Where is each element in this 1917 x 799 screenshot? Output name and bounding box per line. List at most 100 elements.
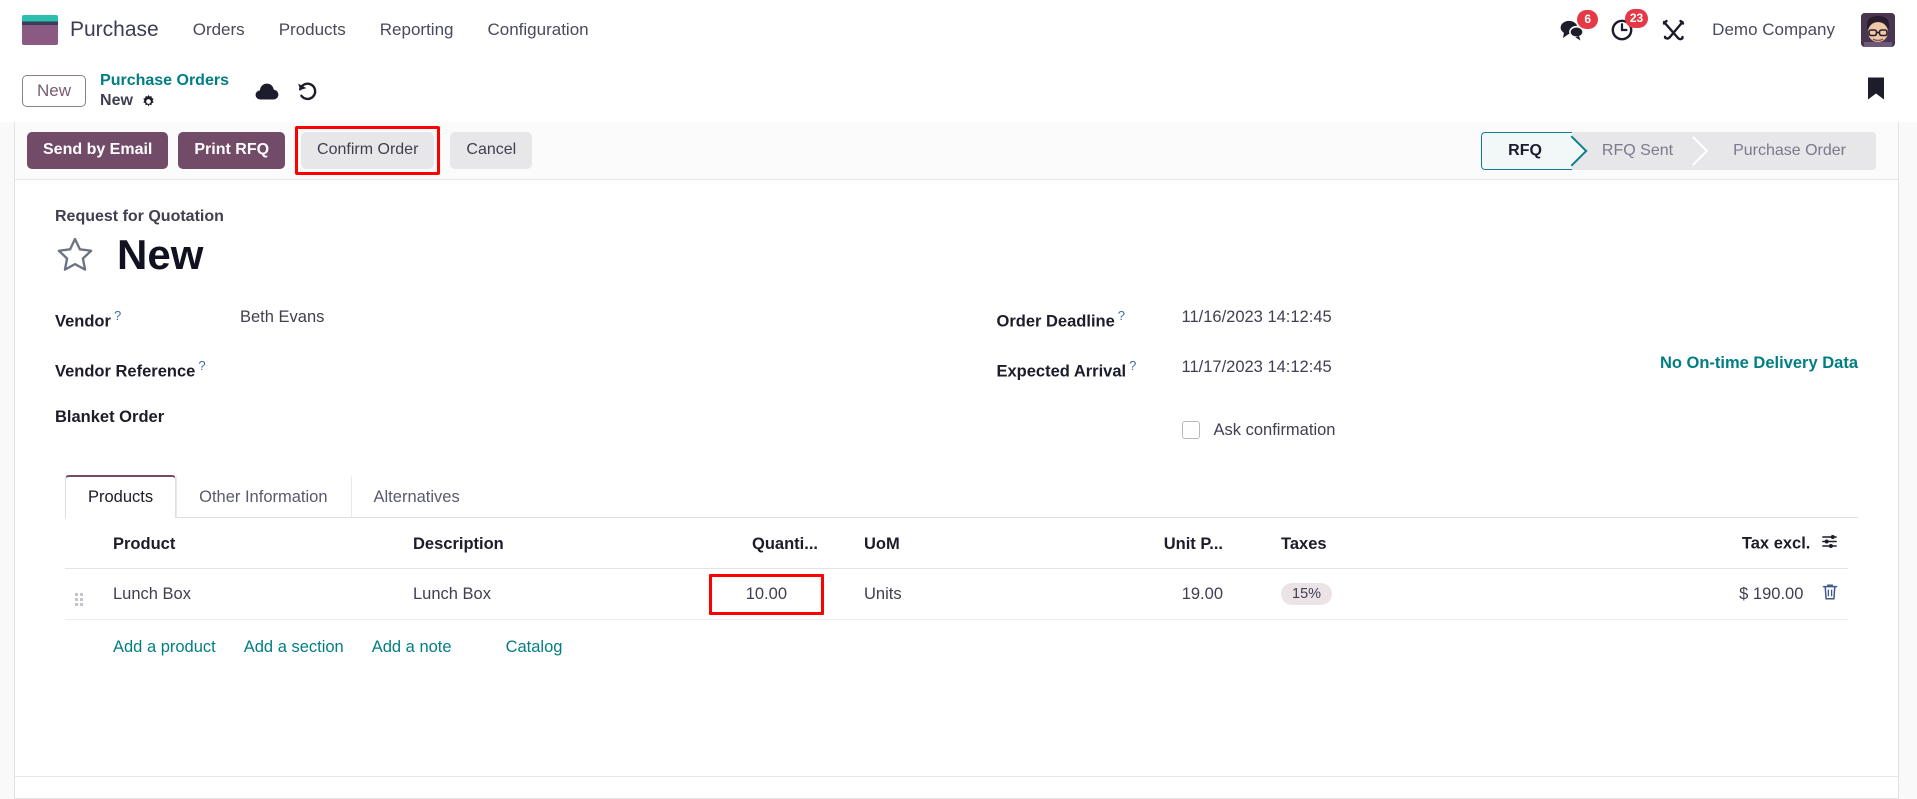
status-pipeline: RFQ RFQ Sent Purchase Order [1481,131,1876,170]
help-icon-expected-arrival[interactable]: ? [1129,358,1136,373]
ask-confirmation-checkbox[interactable] [1181,421,1200,439]
catalog-link[interactable]: Catalog [506,638,563,657]
order-lines-header: Product Description Quanti... UoM Unit P… [65,518,1848,569]
developer-tools-button[interactable] [1661,18,1686,43]
column-unit-price[interactable]: Unit P... [1018,518,1233,569]
cell-tax-excl-value: $ 190.00 [1739,584,1804,603]
cloud-upload-glyph [255,83,279,99]
column-tax-excl: Tax excl. [1448,518,1848,569]
bookmark-glyph [1868,77,1884,100]
user-avatar[interactable] [1861,13,1895,47]
column-product[interactable]: Product [103,518,403,569]
sheet-bottom-divider [15,776,1898,798]
print-rfq-button[interactable]: Print RFQ [178,132,286,169]
column-description[interactable]: Description [403,518,653,569]
column-handle [65,518,103,569]
menu-item-products[interactable]: Products [279,20,346,40]
status-step-rfq[interactable]: RFQ [1481,131,1572,170]
field-blanket-order-value[interactable] [240,406,957,428]
delete-row-icon[interactable] [1822,583,1838,605]
help-icon-vendor[interactable]: ? [114,308,121,323]
menu-item-configuration[interactable]: Configuration [488,20,589,40]
tab-products[interactable]: Products [65,475,177,518]
field-vendor-label: Vendor? [55,306,240,332]
field-blanket-order-label: Blanket Order [55,406,240,427]
form-fields-grid: Vendor? Beth Evans Vendor Reference? Bla… [55,306,1858,456]
messages-button[interactable]: 6 [1559,10,1599,41]
drag-handle-icon[interactable] [75,593,83,606]
action-buttons: Send by Email Print RFQ Confirm Order Ca… [27,126,533,175]
optional-columns-icon[interactable] [1821,535,1838,553]
record-sheet: Send by Email Print RFQ Confirm Order Ca… [14,122,1899,799]
add-line-links: Add a product Add a section Add a note C… [65,620,1848,675]
favorite-star-icon[interactable] [55,235,95,275]
ask-confirmation-label[interactable]: Ask confirmation [1214,421,1336,440]
save-cloud-icon[interactable] [255,82,279,101]
activities-button[interactable]: 23 [1611,9,1649,42]
notebook-tabs: Products Other Information Alternatives [65,474,1858,518]
page-title: New [117,231,204,278]
add-a-note-link[interactable]: Add a note [372,638,452,657]
gear-icon[interactable] [141,94,156,109]
send-by-email-button[interactable]: Send by Email [27,132,169,169]
column-taxes[interactable]: Taxes [1233,518,1448,569]
status-step-purchase-order[interactable]: Purchase Order [1703,131,1876,170]
company-switcher[interactable]: Demo Company [1712,20,1835,40]
cancel-button[interactable]: Cancel [450,132,533,169]
breadcrumb-bar: New Purchase Orders New [0,60,1917,122]
menu-item-orders[interactable]: Orders [193,20,245,40]
activities-badge: 23 [1624,9,1649,28]
field-expected-arrival-label-text: Expected Arrival [996,362,1127,381]
cell-product[interactable]: Lunch Box [103,568,403,620]
add-a-product-link[interactable]: Add a product [113,638,216,657]
table-row[interactable]: Lunch Box Lunch Box 10.00 Units 19.00 15… [65,568,1848,620]
column-settings-glyph [1822,535,1837,548]
new-record-button[interactable]: New [22,74,87,108]
cell-quantity-value: 10.00 [745,584,787,603]
on-time-delivery-stat[interactable]: No On-time Delivery Data [1660,354,1858,373]
confirm-order-button[interactable]: Confirm Order [301,132,435,169]
record-save-discard-actions [255,81,318,102]
navbar-right-tools: 6 23 Demo Company [1559,9,1895,47]
status-step-rfq-sent[interactable]: RFQ Sent [1571,131,1704,170]
purchase-app-logo-icon[interactable] [22,15,58,45]
cell-uom[interactable]: Units [828,568,1018,620]
breadcrumb-parent-link[interactable]: Purchase Orders [100,72,229,90]
top-navbar: Purchase Orders Products Reporting Confi… [0,0,1917,60]
table-header-row: Product Description Quanti... UoM Unit P… [65,518,1848,569]
tax-badge: 15% [1281,583,1333,605]
field-vendor-reference-label: Vendor Reference? [55,356,240,382]
field-expected-arrival-label: Expected Arrival? [997,356,1182,382]
cell-unit-price[interactable]: 19.00 [1018,568,1233,620]
field-order-deadline-label-text: Order Deadline [996,312,1115,331]
discard-undo-icon[interactable] [297,81,318,102]
field-order-deadline: Order Deadline? 11/16/2023 14:12:45 [997,306,1859,356]
app-name[interactable]: Purchase [70,18,159,42]
menu-item-reporting[interactable]: Reporting [380,20,454,40]
tab-other-information[interactable]: Other Information [176,476,350,518]
bookmark-icon[interactable] [1865,76,1887,107]
breadcrumb-current: New [100,92,133,109]
column-quantity[interactable]: Quanti... [653,518,828,569]
field-order-deadline-value[interactable]: 11/16/2023 14:12:45 [1182,306,1859,328]
field-vendor-value[interactable]: Beth Evans [240,306,957,328]
help-icon-order-deadline[interactable]: ? [1118,308,1125,323]
cell-quantity[interactable]: 10.00 [653,568,828,620]
field-vendor-reference-value[interactable] [240,356,957,378]
tab-alternatives[interactable]: Alternatives [350,476,483,518]
order-lines-body: Lunch Box Lunch Box 10.00 Units 19.00 15… [65,568,1848,620]
document-type-label: Request for Quotation [55,208,224,225]
page-body: Send by Email Print RFQ Confirm Order Ca… [0,122,1917,799]
undo-arrow-glyph [298,82,317,100]
field-vendor: Vendor? Beth Evans [55,306,957,356]
cell-description[interactable]: Lunch Box [403,568,653,620]
field-blanket-order-label-text: Blanket Order [55,408,165,426]
column-uom[interactable]: UoM [828,518,1018,569]
cell-tax-excl: $ 190.00 [1448,568,1848,620]
column-tax-excl-label: Tax excl. [1741,534,1811,553]
gear-glyph [143,94,154,107]
record-title-row: New [55,234,1858,276]
add-a-section-link[interactable]: Add a section [244,638,344,657]
help-icon-vendor-reference[interactable]: ? [198,358,205,373]
cell-taxes[interactable]: 15% [1233,568,1448,620]
